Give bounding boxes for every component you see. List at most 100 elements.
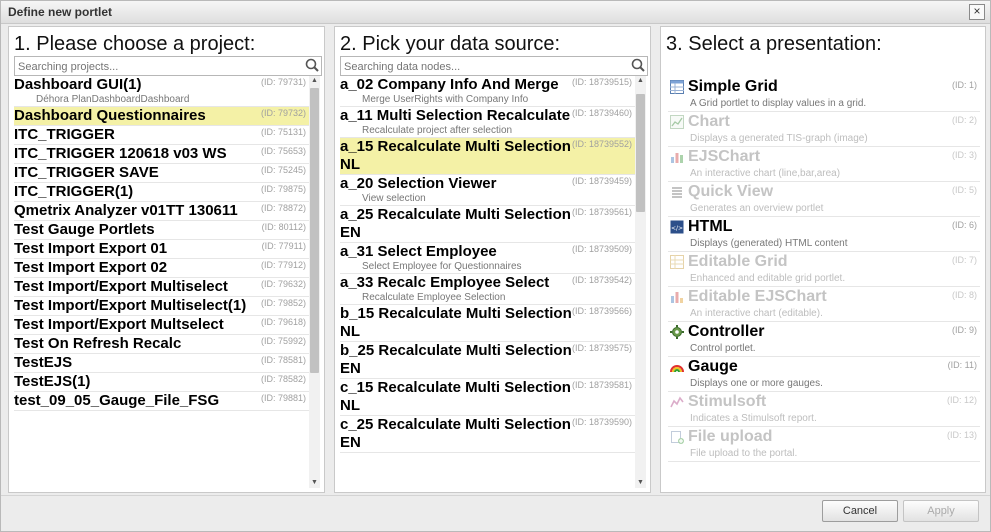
item-id: (ID: 18739561) [571,207,632,217]
presentation-item[interactable]: EJSChart (ID: 3) An interactive chart (lin… [668,147,980,182]
list-item[interactable]: Test Gauge Portlets (ID: 80112) [14,221,310,240]
presentation-id: (ID: 12) [946,395,977,405]
list-item[interactable]: a_11 Multi Selection Recalculate (ID: 187… [340,107,636,138]
presentation-item[interactable]: File upload (ID: 13) File upload to the po… [668,427,980,462]
list-item[interactable]: TestEJS(1) (ID: 78582) [14,373,310,392]
scroll-down-icon[interactable]: ▼ [635,478,646,488]
datasource-list: a_02 Company Info And Merge (ID: 18739515… [340,76,636,487]
presentation-description: Control portlet. [690,343,756,354]
presentation-item[interactable]: </> HTML (ID: 6) Displays (generated) HTML … [668,217,980,252]
presentation-name: Gauge [688,358,738,375]
list-item[interactable]: c_15 Recalculate Multi Selection NL (ID: … [340,379,636,416]
item-id: (ID: 75992) [260,336,306,346]
item-id: (ID: 18739515) [571,77,632,87]
project-scrollbar[interactable]: ▲ ▼ [309,76,320,488]
list-item[interactable]: Test On Refresh Recalc (ID: 75992) [14,335,310,354]
dialog-title: Define new portlet [8,5,113,19]
presentation-item[interactable]: Simple Grid (ID: 1) A Grid portlet to disp… [668,77,980,112]
presentation-panel: 3. Select a presentation: Simple Grid (ID… [660,26,986,493]
dialog-titlebar: Define new portlet × [1,1,990,24]
presentation-description: Indicates a Stimulsoft report. [690,413,817,424]
item-id: (ID: 18739552) [571,139,632,149]
scroll-up-icon[interactable]: ▲ [309,76,320,86]
cancel-button[interactable]: Cancel [822,500,898,522]
list-item[interactable]: ITC_TRIGGER (ID: 75131) [14,126,310,145]
presentation-id: (ID: 7) [951,255,977,265]
scroll-up-icon[interactable]: ▲ [635,76,646,86]
apply-button[interactable]: Apply [903,500,979,522]
presentation-description: A Grid portlet to display values in a gr… [690,98,867,109]
list-item[interactable]: ITC_TRIGGER 120618 v03 WS (ID: 75653) [14,145,310,164]
item-id: (ID: 79632) [260,279,306,289]
list-item[interactable]: TestEJS (ID: 78581) [14,354,310,373]
chart-icon [670,115,684,129]
bar-chart-icon [670,150,684,164]
list-item[interactable]: Dashboard Questionnaires (ID: 79732) [14,107,310,126]
presentation-list: Simple Grid (ID: 1) A Grid portlet to disp… [668,77,980,462]
search-icon[interactable] [303,57,321,75]
presentation-name: Stimulsoft [688,393,767,410]
presentation-description: An interactive chart (editable). [690,308,823,319]
presentation-description: Displays one or more gauges. [690,378,823,389]
list-item[interactable]: Test Import/Export Multiselect (ID: 79632… [14,278,310,297]
presentation-item[interactable]: Editable EJSChart (ID: 8) An interactive c… [668,287,980,322]
item-description: View selection [362,193,426,204]
item-id: (ID: 79732) [260,108,306,118]
item-id: (ID: 18739590) [571,417,632,427]
presentation-item[interactable]: Quick View (ID: 5) Generates an overview p… [668,182,980,217]
list-item[interactable]: ITC_TRIGGER(1) (ID: 79875) [14,183,310,202]
presentation-item[interactable]: Controller (ID: 9) Control portlet. [668,322,980,357]
list-item[interactable]: Test Import/Export Multiselect(1) (ID: 79… [14,297,310,316]
list-item[interactable]: a_25 Recalculate Multi Selection EN (ID: … [340,206,636,243]
list-item[interactable]: Dashboard GUI(1) (ID: 79731) Déhora PlanDa… [14,76,310,107]
presentation-description: Displays a generated TIS-graph (image) [690,133,868,144]
presentation-name: EJSChart [688,148,761,165]
datasource-search-input[interactable] [341,59,624,75]
project-search-input[interactable] [15,59,298,75]
list-item[interactable]: Test Import Export 02 (ID: 77912) [14,259,310,278]
list-item[interactable]: a_02 Company Info And Merge (ID: 18739515… [340,76,636,107]
project-panel: 1. Please choose a project: Dashboard GU… [8,26,325,493]
list-item[interactable]: Test Import Export 01 (ID: 77911) [14,240,310,259]
list-item[interactable]: Test Import/Export Multselect (ID: 79618) [14,316,310,335]
footer-divider [1,495,990,496]
list-item[interactable]: c_25 Recalculate Multi Selection EN (ID: … [340,416,636,453]
project-heading: 1. Please choose a project: [14,33,256,55]
presentation-item[interactable]: Editable Grid (ID: 7) Enhanced and editabl… [668,252,980,287]
item-description: Déhora PlanDashboardDashboard [36,94,190,105]
close-button[interactable]: × [969,4,985,20]
item-description: Recalculate Employee Selection [362,292,506,303]
datasource-scrollbar[interactable]: ▲ ▼ [635,76,646,488]
svg-text:</>: </> [671,225,683,232]
search-icon[interactable] [629,57,647,75]
item-id: (ID: 18739581) [571,380,632,390]
item-id: (ID: 79731) [260,77,306,87]
presentation-heading: 3. Select a presentation: [666,33,882,55]
presentation-name: Chart [688,113,730,130]
item-id: (ID: 79618) [260,317,306,327]
item-id: (ID: 80112) [261,222,306,232]
list-item[interactable]: a_33 Recalc Employee Select (ID: 18739542… [340,274,636,305]
presentation-item[interactable]: Chart (ID: 2) Displays a generated TIS-gra… [668,112,980,147]
list-item[interactable]: b_25 Recalculate Multi Selection EN (ID: … [340,342,636,379]
list-item[interactable]: b_15 Recalculate Multi Selection NL (ID: … [340,305,636,342]
project-scroll-thumb[interactable] [310,88,319,373]
list-item[interactable]: a_31 Select Employee (ID: 18739509) Select… [340,243,636,274]
presentation-item[interactable]: Stimulsoft (ID: 12) Indicates a Stimulsoft… [668,392,980,427]
item-id: (ID: 18739460) [571,108,632,118]
list-item[interactable]: a_15 Recalculate Multi Selection NL (ID: … [340,138,636,175]
presentation-item[interactable]: Gauge (ID: 11) Displays one or more gauges… [668,357,980,392]
presentation-description: An interactive chart (line,bar,area) [690,168,841,179]
item-id: (ID: 75131) [260,127,306,137]
presentation-description: Enhanced and editable grid portlet. [690,273,846,284]
presentation-name: Editable Grid [688,253,788,270]
list-item[interactable]: a_20 Selection Viewer (ID: 18739459) View … [340,175,636,206]
presentation-description: File upload to the portal. [690,448,798,459]
list-item[interactable]: test_09_05_Gauge_File_FSG (ID: 79881) [14,392,310,411]
presentation-id: (ID: 6) [951,220,977,230]
presentation-id: (ID: 3) [951,150,977,160]
datasource-scroll-thumb[interactable] [636,94,645,212]
list-item[interactable]: ITC_TRIGGER SAVE (ID: 75245) [14,164,310,183]
list-item[interactable]: Qmetrix Analyzer v01TT 130611 (ID: 78872) [14,202,310,221]
scroll-down-icon[interactable]: ▼ [309,478,320,488]
